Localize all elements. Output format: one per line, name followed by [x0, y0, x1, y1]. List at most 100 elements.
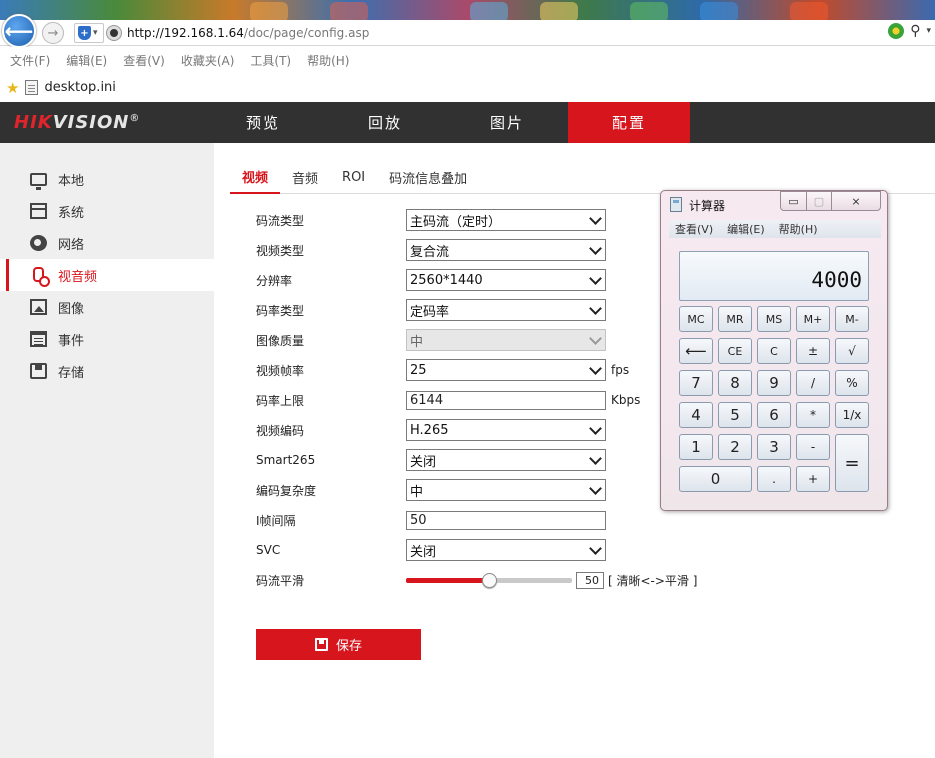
tab-audio[interactable]: 音频 — [280, 161, 330, 194]
save-button[interactable]: 保存 — [256, 629, 421, 660]
key-7[interactable]: 7 — [679, 370, 713, 396]
key-percent[interactable]: % — [835, 370, 869, 396]
calc-menu-view[interactable]: 查看(V) — [675, 221, 713, 237]
key-reciprocal[interactable]: 1/x — [835, 402, 869, 428]
address-bar-row: ⟵ → + ▾ http://192.168.1.64/doc/page/conf… — [0, 14, 935, 48]
slider-fill — [406, 578, 489, 583]
key-ms[interactable]: MS — [757, 306, 791, 332]
tab-video[interactable]: 视频 — [230, 161, 281, 194]
video-encoding-label: 视频编码 — [256, 423, 305, 438]
tab-stream-overlay[interactable]: 码流信息叠加 — [377, 161, 479, 194]
key-backspace[interactable]: ⟵ — [679, 338, 713, 364]
forward-button[interactable]: → — [42, 22, 64, 44]
minimize-button[interactable]: ▭ — [780, 191, 807, 211]
calc-menu-help[interactable]: 帮助(H) — [779, 221, 818, 237]
video-encoding-select[interactable]: H.265 — [406, 419, 606, 441]
video-type-select[interactable]: 复合流 — [406, 239, 606, 261]
key-multiply[interactable]: * — [796, 402, 830, 428]
storage-icon — [30, 363, 47, 379]
smoothing-slider[interactable] — [406, 569, 572, 591]
calc-menu-edit[interactable]: 编辑(E) — [727, 221, 765, 237]
svc-select[interactable]: 关闭 — [406, 539, 606, 561]
sidebar-item-storage[interactable]: 存储 — [0, 355, 214, 387]
key-subtract[interactable]: - — [796, 434, 830, 460]
key-ce[interactable]: CE — [718, 338, 752, 364]
favorites-star-icon[interactable]: ★ — [6, 79, 19, 97]
key-plus-minus[interactable]: ± — [796, 338, 830, 364]
key-4[interactable]: 4 — [679, 402, 713, 428]
max-bitrate-unit: Kbps — [611, 393, 641, 407]
chevron-down-icon[interactable]: ▾ — [926, 26, 931, 36]
i-frame-interval-label: I帧间隔 — [256, 513, 296, 528]
tab-roi[interactable]: ROI — [330, 161, 377, 194]
close-button[interactable]: ⨯ — [831, 191, 881, 211]
file-icon — [25, 80, 39, 95]
key-8[interactable]: 8 — [718, 370, 752, 396]
sidebar-item-video-audio[interactable]: 视音频 — [0, 259, 214, 291]
key-5[interactable]: 5 — [718, 402, 752, 428]
max-bitrate-label: 码率上限 — [256, 393, 305, 408]
key-0[interactable]: 0 — [679, 466, 752, 492]
key-2[interactable]: 2 — [718, 434, 752, 460]
back-button[interactable]: ⟵ — [2, 14, 36, 48]
key-m-minus[interactable]: M- — [835, 306, 869, 332]
floppy-disk-icon — [314, 638, 328, 651]
calculator-titlebar[interactable]: 计算器 ▭ ▢ ⨯ — [661, 191, 887, 217]
sidebar-item-event[interactable]: 事件 — [0, 323, 214, 355]
smoothing-value-input[interactable]: 50 — [576, 571, 604, 589]
key-3[interactable]: 3 — [757, 434, 791, 460]
key-1[interactable]: 1 — [679, 434, 713, 460]
chevron-down-icon — [589, 483, 602, 496]
calculator-display: 4000 — [679, 251, 869, 301]
menu-view[interactable]: 查看(V) — [123, 52, 165, 69]
frame-rate-select[interactable]: 25 — [406, 359, 606, 381]
menu-help[interactable]: 帮助(H) — [307, 52, 349, 69]
key-decimal[interactable]: . — [757, 466, 791, 492]
menu-favorites[interactable]: 收藏夹(A) — [181, 52, 235, 69]
microphone-icon — [30, 267, 50, 287]
key-add[interactable]: + — [796, 466, 830, 492]
slider-handle[interactable] — [482, 573, 497, 588]
nav-picture[interactable]: 图片 — [446, 102, 568, 143]
video-settings-form: 码流类型 主码流（定时） 视频类型 复合流 分辨率 2560*1440 码率类型… — [256, 205, 697, 595]
key-6[interactable]: 6 — [757, 402, 791, 428]
menu-edit[interactable]: 编辑(E) — [66, 52, 107, 69]
favorite-link[interactable]: desktop.ini — [44, 80, 115, 95]
extension-icon[interactable] — [888, 23, 905, 39]
nav-configuration[interactable]: 配置 — [568, 102, 690, 143]
bitrate-type-select[interactable]: 定码率 — [406, 299, 606, 321]
site-icon — [107, 26, 121, 40]
i-frame-interval-input[interactable]: 50 — [406, 510, 606, 530]
frame-rate-unit: fps — [611, 363, 630, 377]
calculator-window[interactable]: 计算器 ▭ ▢ ⨯ 查看(V) 编辑(E) 帮助(H) 4000 MC MR M… — [660, 190, 888, 511]
sidebar-item-image[interactable]: 图像 — [0, 291, 214, 323]
key-m-plus[interactable]: M+ — [796, 306, 830, 332]
key-divide[interactable]: / — [796, 370, 830, 396]
sidebar-item-local[interactable]: 本地 — [0, 163, 214, 195]
nav-preview[interactable]: 预览 — [202, 102, 324, 143]
image-icon — [30, 299, 47, 315]
key-sqrt[interactable]: √ — [835, 338, 869, 364]
max-bitrate-input[interactable]: 6144 — [406, 390, 606, 410]
key-equals[interactable]: = — [835, 434, 869, 492]
address-input[interactable]: http://192.168.1.64/doc/page/config.asp — [107, 23, 867, 43]
bitrate-type-label: 码率类型 — [256, 303, 305, 318]
stream-type-select[interactable]: 主码流（定时） — [406, 209, 606, 231]
sidebar-item-system[interactable]: 系统 — [0, 195, 214, 227]
sidebar-item-network[interactable]: 网络 — [0, 227, 214, 259]
key-mr[interactable]: MR — [718, 306, 752, 332]
smart265-select[interactable]: 关闭 — [406, 449, 606, 471]
resolution-select[interactable]: 2560*1440 — [406, 269, 606, 291]
security-shield-icon[interactable]: + ▾ — [74, 23, 104, 43]
search-icon[interactable]: ⚲ — [910, 23, 920, 39]
nav-playback[interactable]: 回放 — [324, 102, 446, 143]
key-c[interactable]: C — [757, 338, 791, 364]
encoding-complexity-select[interactable]: 中 — [406, 479, 606, 501]
image-quality-select: 中 — [406, 329, 606, 351]
smoothing-hint: [ 清晰<->平滑 ] — [608, 573, 698, 588]
favorites-bar: ★ desktop.ini — [0, 73, 935, 102]
menu-file[interactable]: 文件(F) — [10, 52, 50, 69]
key-mc[interactable]: MC — [679, 306, 713, 332]
menu-tools[interactable]: 工具(T) — [250, 52, 291, 69]
key-9[interactable]: 9 — [757, 370, 791, 396]
